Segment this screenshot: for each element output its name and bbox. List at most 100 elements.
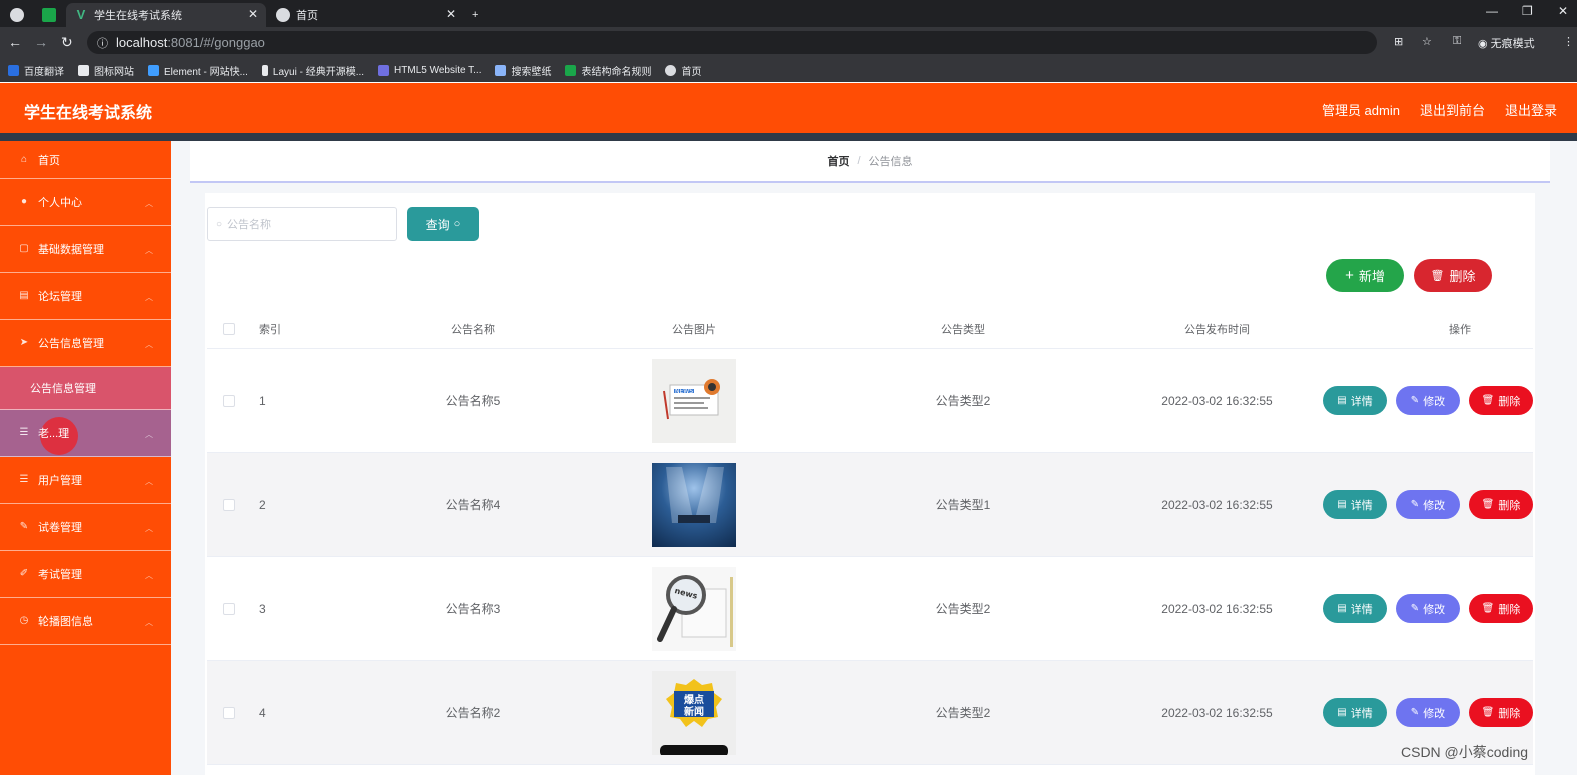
delete-button[interactable]: 🗑︎ 删除 — [1469, 594, 1533, 623]
sidebar-item-home[interactable]: ⌂ 首页 — [0, 141, 171, 179]
main-area: 首页 / 公告信息 ○ 公告名称 查询 ○ + 新增 🗑︎ 删除 索引 公告名称… — [171, 141, 1577, 775]
notice-thumbnail[interactable]: news — [652, 566, 736, 651]
trash-icon: 🗑︎ — [1481, 707, 1495, 718]
bookmark-item[interactable]: 首页 — [665, 63, 701, 78]
table-row: 4 公告名称2 爆点 新闻 公告类型2 2022-03-02 16:32:55 … — [207, 661, 1533, 765]
select-all-checkbox[interactable] — [223, 322, 235, 335]
search-icon: ○ — [216, 218, 223, 230]
globe-icon — [665, 64, 677, 76]
browser-tab[interactable]: 首页 ✕ — [268, 3, 464, 27]
bookmark-item[interactable]: 表结构命名规则 — [565, 63, 651, 78]
restore-icon[interactable]: ❐ — [1522, 4, 1533, 18]
thumb-news-text: NEWS — [675, 388, 693, 395]
chevron-down-icon: ︿ — [145, 293, 153, 302]
sidebar-item-notice[interactable]: ➤ 公告信息管理 ︿ — [0, 320, 171, 367]
bookmarks-bar: 百度翻译 图标网站 Element - 网站快... Layui - 经典开源模… — [0, 58, 1577, 82]
delete-button[interactable]: 🗑︎ 删除 — [1469, 386, 1533, 415]
translate-icon[interactable]: ⊞ — [1394, 35, 1403, 48]
notice-thumbnail[interactable] — [652, 462, 736, 547]
browser-tab-active[interactable]: V 学生在线考试系统 ✕ — [66, 3, 266, 27]
address-bar: ← → ↻ ⓘ localhost:8081/#/gonggao ⊞ ☆ ⚿ ◉… — [0, 27, 1577, 58]
breadcrumb-home[interactable]: 首页 — [827, 153, 849, 169]
minimize-icon[interactable]: — — [1486, 4, 1498, 18]
detail-button[interactable]: ▤ 详情 — [1323, 594, 1387, 623]
bookmark-item[interactable]: 图标网站 — [78, 63, 134, 78]
star-icon[interactable]: ☆ — [1422, 35, 1432, 48]
row-index: 3 — [259, 601, 266, 616]
plus-icon: + — [1345, 267, 1354, 284]
sidebar-item-forum[interactable]: ▤ 论坛管理 ︿ — [0, 273, 171, 320]
content-panel: ○ 公告名称 查询 ○ + 新增 🗑︎ 删除 索引 公告名称 公告图片 公告类型… — [205, 193, 1535, 775]
to-front-link[interactable]: 退出到前台 — [1420, 100, 1485, 119]
edit-button[interactable]: ✎ 修改 — [1396, 386, 1460, 415]
plus-icon: + — [472, 9, 479, 21]
bookmark-item[interactable]: Layui - 经典开源模... — [261, 63, 364, 78]
batch-delete-button[interactable]: 🗑︎ 删除 — [1414, 259, 1492, 292]
sidebar-item-label: 用户管理 — [38, 475, 82, 487]
row-time: 2022-03-02 16:32:55 — [1161, 393, 1273, 408]
row-checkbox[interactable] — [223, 498, 235, 511]
incognito-badge[interactable]: ◉ 无痕模式 — [1478, 35, 1535, 51]
sidebar-item-users[interactable]: ☰ 用户管理 ︿ — [0, 457, 171, 504]
edit-button[interactable]: ✎ 修改 — [1396, 594, 1460, 623]
notice-thumbnail[interactable]: NEWS — [652, 358, 736, 443]
new-tab-button[interactable]: + — [472, 3, 492, 27]
query-label: 查询 — [425, 217, 450, 232]
close-icon[interactable]: ✕ — [248, 7, 258, 21]
notice-thumbnail[interactable]: 爆点 新闻 — [652, 670, 736, 755]
delete-button[interactable]: 🗑︎ 删除 — [1469, 490, 1533, 519]
back-icon[interactable]: ← — [8, 34, 22, 50]
home-icon: ⌂ — [20, 153, 28, 165]
delete-label: 删除 — [1498, 707, 1521, 720]
menu-dots-icon[interactable]: ⋮ — [1563, 35, 1574, 48]
sidebar-item-papers[interactable]: ✎ 试卷管理 ︿ — [0, 504, 171, 551]
bookmark-item[interactable]: Element - 网站快... — [148, 63, 248, 78]
query-button[interactable]: 查询 ○ — [407, 207, 479, 241]
close-icon[interactable]: ✕ — [446, 7, 456, 21]
bookmark-item[interactable]: 百度翻译 — [8, 63, 64, 78]
sidebar-subitem-notice[interactable]: 公告信息管理 — [0, 367, 171, 410]
trash-icon: 🗑︎ — [1481, 603, 1495, 614]
bookmark-item[interactable]: 搜索壁纸 — [495, 63, 551, 78]
add-label: 新增 — [1358, 269, 1385, 284]
row-time: 2022-03-02 16:32:55 — [1161, 705, 1273, 720]
trash-icon: 🗑︎ — [1481, 499, 1495, 510]
sidebar-item-teacher[interactable]: ☰ 老...理 ︿ — [0, 410, 171, 457]
key-icon[interactable]: ⚿ — [1453, 35, 1461, 48]
edit-button[interactable]: ✎ 修改 — [1396, 698, 1460, 727]
sidebar-item-basic-data[interactable]: ▢ 基础数据管理 ︿ — [0, 226, 171, 273]
detail-button[interactable]: ▤ 详情 — [1323, 386, 1387, 415]
sidebar-item-label: 考试管理 — [38, 569, 82, 581]
sidebar-item-exams[interactable]: ✐ 考试管理 ︿ — [0, 551, 171, 598]
bookmark-item[interactable]: HTML5 Website T... — [378, 64, 481, 76]
sidebar-item-carousel[interactable]: ◷ 轮播图信息 ︿ — [0, 598, 171, 645]
reload-icon[interactable]: ↻ — [61, 34, 73, 51]
row-checkbox[interactable] — [223, 394, 235, 407]
tab-title: 首页 — [296, 10, 318, 22]
delete-button[interactable]: 🗑︎ 删除 — [1469, 698, 1533, 727]
detail-button[interactable]: ▤ 详情 — [1323, 490, 1387, 519]
detail-label: 详情 — [1350, 499, 1373, 512]
row-type: 公告类型2 — [935, 706, 991, 720]
url-field[interactable]: ⓘ localhost:8081/#/gonggao — [87, 31, 1377, 54]
forward-icon[interactable]: → — [34, 34, 48, 50]
sidebar-item-profile[interactable]: ● 个人中心 ︿ — [0, 179, 171, 226]
row-checkbox[interactable] — [223, 706, 235, 719]
edit-button[interactable]: ✎ 修改 — [1396, 490, 1460, 519]
app-title: 学生在线考试系统 — [24, 105, 153, 122]
browser-tab-pinned[interactable] — [2, 3, 30, 27]
bookmark-label: 首页 — [681, 66, 702, 78]
row-time: 2022-03-02 16:32:55 — [1161, 497, 1273, 512]
row-type: 公告类型2 — [935, 602, 991, 616]
row-checkbox[interactable] — [223, 602, 235, 615]
search-input[interactable]: ○ 公告名称 — [207, 207, 397, 241]
pencil-icon: ✎ — [1410, 395, 1420, 406]
detail-button[interactable]: ▤ 详情 — [1323, 698, 1387, 727]
pencil-icon: ✎ — [1410, 603, 1420, 614]
table-icon — [565, 64, 577, 76]
add-button[interactable]: + 新增 — [1326, 259, 1404, 292]
browser-tab-pinned-2[interactable] — [34, 3, 62, 27]
sidebar-item-label: 个人中心 — [38, 197, 82, 209]
logout-link[interactable]: 退出登录 — [1505, 100, 1557, 119]
close-window-icon[interactable]: ✕ — [1558, 4, 1568, 18]
